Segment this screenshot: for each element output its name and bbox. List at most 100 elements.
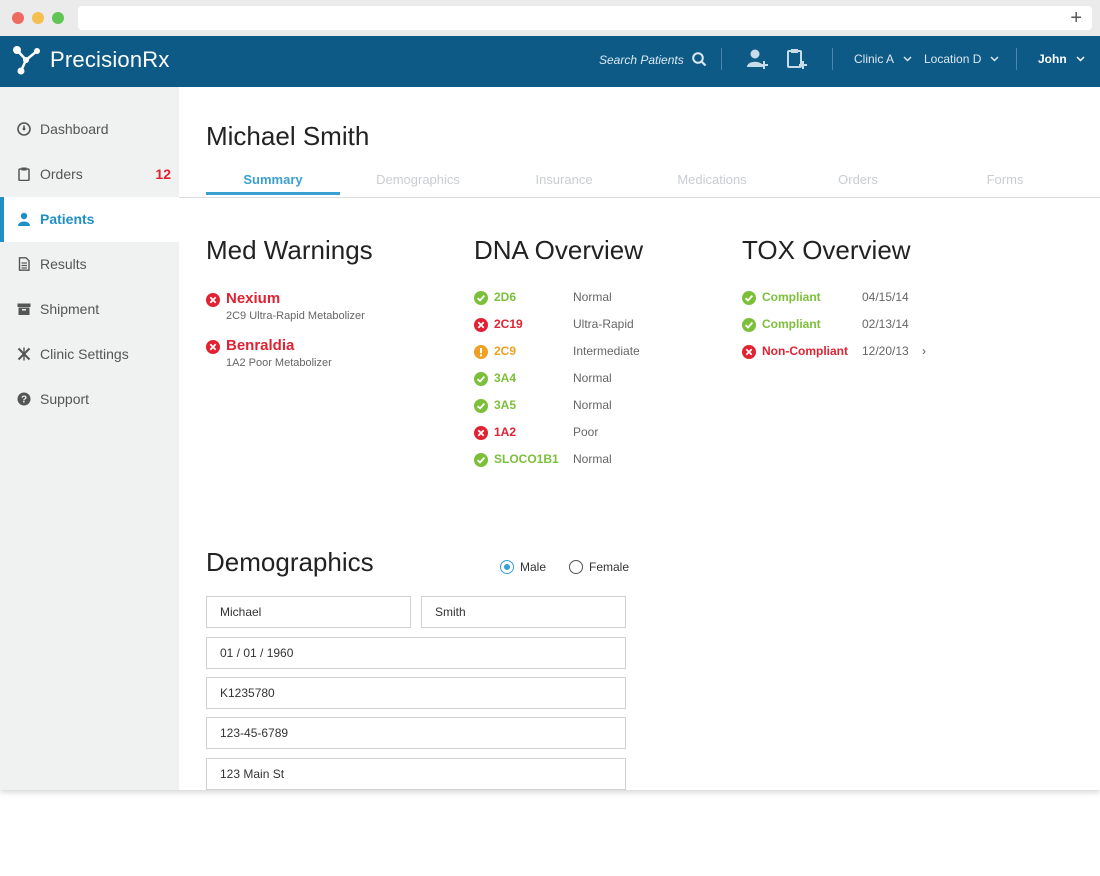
search-icon — [691, 52, 706, 67]
sidebar-item-label: Results — [40, 256, 87, 272]
tox-date: 02/13/14 — [862, 317, 909, 331]
med-warning-desc: 1A2 Poor Metabolizer — [226, 357, 332, 369]
error-x-icon — [474, 426, 488, 440]
tab-demographics[interactable]: Demographics — [351, 172, 485, 187]
first-name-field[interactable] — [206, 596, 411, 628]
radio-label: Male — [520, 560, 547, 574]
clipboard-icon — [18, 167, 30, 181]
med-warning-desc: 2C9 Ultra-Rapid Metabolizer — [226, 310, 365, 322]
active-tab-indicator — [206, 192, 340, 195]
orders-count-badge: 12 — [155, 166, 171, 182]
sidebar-item-patients[interactable]: Patients — [0, 197, 179, 242]
med-warning-name: Nexium — [226, 290, 281, 307]
sidebar-item-orders[interactable]: Orders 12 — [0, 152, 179, 197]
sidebar-item-clinic-settings[interactable]: Clinic Settings — [0, 332, 179, 377]
new-order-clipboard-icon[interactable] — [786, 48, 808, 70]
dna-result: Poor — [573, 425, 599, 439]
dna-gene: 2D6 — [494, 290, 517, 304]
search-patients-button[interactable]: Search Patients — [599, 52, 707, 67]
question-icon: ? — [17, 392, 31, 406]
tox-date: 12/20/13 — [862, 344, 909, 358]
patient-id-field[interactable] — [206, 677, 626, 709]
warning-exclamation-icon — [474, 345, 488, 359]
location-label: Location D — [924, 52, 982, 66]
check-circle-icon — [474, 399, 488, 413]
dna-result: Normal — [573, 371, 612, 385]
sidebar-item-dashboard[interactable]: Dashboard — [0, 107, 179, 152]
gender-radio-female[interactable]: Female — [569, 560, 629, 574]
error-x-icon — [206, 293, 220, 307]
error-x-icon — [474, 318, 488, 332]
sidebar-item-support[interactable]: ? Support — [0, 377, 179, 422]
dna-gene: 1A2 — [494, 425, 517, 439]
sidebar-item-label: Dashboard — [40, 121, 109, 137]
tox-status: Compliant — [762, 317, 821, 331]
search-label: Search Patients — [599, 52, 684, 67]
person-icon — [18, 212, 30, 226]
add-patient-icon[interactable] — [747, 48, 769, 70]
check-circle-icon — [742, 291, 756, 305]
sidebar-item-label: Support — [40, 391, 90, 407]
chevron-right-icon[interactable]: › — [922, 344, 926, 358]
app-logo[interactable]: PrecisionRx — [12, 44, 170, 76]
sidebar-item-label: Clinic Settings — [40, 346, 129, 362]
user-name: John — [1038, 52, 1067, 66]
dna-gene: 2C19 — [494, 317, 523, 331]
sidebar-item-label: Shipment — [40, 301, 100, 317]
last-name-field[interactable] — [421, 596, 626, 628]
clinic-label: Clinic A — [854, 52, 895, 66]
dna-gene: 3A5 — [494, 398, 517, 412]
check-circle-icon — [474, 453, 488, 467]
tab-orders[interactable]: Orders — [791, 172, 925, 187]
tox-status: Compliant — [762, 290, 821, 304]
chevron-down-icon — [1076, 56, 1085, 62]
med-warnings-heading: Med Warnings — [206, 235, 373, 265]
dna-result: Normal — [573, 398, 612, 412]
chevron-down-icon — [990, 56, 999, 62]
sidebar-item-results[interactable]: Results — [0, 242, 179, 287]
window-close-dot[interactable] — [12, 12, 24, 24]
main-content: Michael Smith Summary Demographics Insur… — [179, 87, 1100, 790]
sidebar-item-label: Orders — [40, 166, 83, 182]
app-name: PrecisionRx — [50, 47, 170, 72]
tab-forms[interactable]: Forms — [938, 172, 1072, 187]
chevron-down-icon — [903, 56, 912, 62]
user-menu-dropdown[interactable]: John — [1038, 52, 1085, 66]
clinic-dropdown[interactable]: Clinic A — [854, 52, 912, 66]
check-circle-icon — [474, 291, 488, 305]
new-tab-plus-icon[interactable]: + — [1070, 6, 1082, 30]
location-dropdown[interactable]: Location D — [924, 52, 999, 66]
dna-result: Normal — [573, 452, 612, 466]
sidebar-item-label: Patients — [40, 211, 95, 227]
radio-label: Female — [589, 560, 630, 574]
dob-field[interactable] — [206, 637, 626, 669]
address-bar[interactable] — [78, 6, 1092, 30]
dna-result: Ultra-Rapid — [573, 317, 634, 331]
tab-summary[interactable]: Summary — [206, 172, 340, 187]
box-icon — [17, 303, 31, 315]
tox-status: Non-Compliant — [762, 344, 848, 358]
address-field[interactable] — [206, 758, 626, 790]
tox-row[interactable]: Non-Compliant 12/20/13 › — [742, 343, 942, 363]
tab-medications[interactable]: Medications — [645, 172, 779, 187]
demographics-heading: Demographics — [206, 547, 374, 577]
sidebar: Dashboard Orders 12 Patients Results Shi… — [0, 87, 179, 790]
svg-text:?: ? — [21, 395, 27, 406]
error-x-icon — [206, 340, 220, 354]
document-icon — [18, 257, 30, 271]
sidebar-item-shipment[interactable]: Shipment — [0, 287, 179, 332]
window-minimize-dot[interactable] — [32, 12, 44, 24]
dna-gene: 2C9 — [494, 344, 517, 358]
tools-icon — [17, 347, 31, 361]
window-maximize-dot[interactable] — [52, 12, 64, 24]
check-circle-icon — [474, 372, 488, 386]
tox-date: 04/15/14 — [862, 290, 909, 304]
ssn-field[interactable] — [206, 717, 626, 749]
dna-result: Normal — [573, 290, 612, 304]
med-warning-name: Benraldia — [226, 337, 295, 354]
page-title: Michael Smith — [206, 121, 370, 151]
top-navbar: PrecisionRx Search Patients Clinic A Loc… — [0, 36, 1100, 87]
dna-overview-heading: DNA Overview — [474, 235, 644, 265]
gender-radio-male[interactable]: Male — [500, 560, 546, 574]
tab-insurance[interactable]: Insurance — [497, 172, 631, 187]
